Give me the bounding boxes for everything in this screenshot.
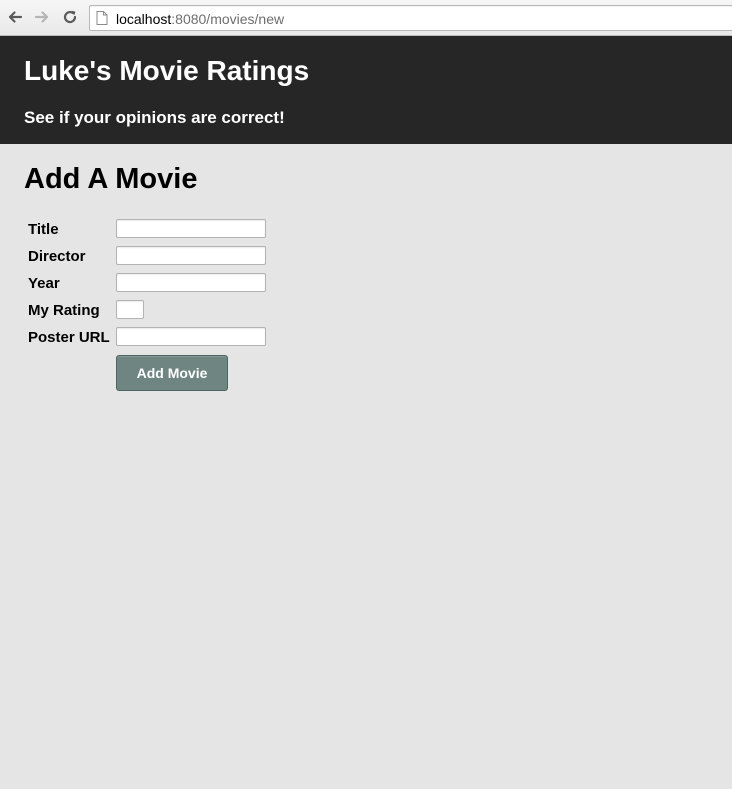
url-path: :8080/movies/new xyxy=(171,11,285,27)
site-subtitle: See if your opinions are correct! xyxy=(24,108,285,127)
page-icon xyxy=(96,11,108,25)
rating-label: My Rating xyxy=(28,302,100,319)
director-label: Director xyxy=(28,248,86,265)
year-input[interactable] xyxy=(116,273,266,292)
reload-icon[interactable] xyxy=(61,8,79,26)
rating-input[interactable] xyxy=(116,300,144,319)
main-content: Add A Movie Title Director Year My Ratin… xyxy=(0,144,732,789)
url-text: localhost:8080/movies/new xyxy=(116,11,284,27)
add-movie-button[interactable]: Add Movie xyxy=(116,355,228,391)
forward-arrow-icon[interactable] xyxy=(33,8,51,26)
browser-toolbar: localhost:8080/movies/new xyxy=(0,0,732,36)
site-header: Luke's Movie Ratings See if your opinion… xyxy=(0,36,732,144)
poster-url-input[interactable] xyxy=(116,327,266,346)
back-arrow-icon[interactable] xyxy=(6,8,24,26)
title-input[interactable] xyxy=(116,219,266,238)
year-label: Year xyxy=(28,275,60,292)
page-title: Add A Movie xyxy=(24,163,198,195)
address-bar[interactable]: localhost:8080/movies/new xyxy=(89,5,732,31)
url-host: localhost xyxy=(116,11,172,27)
poster-url-label: Poster URL xyxy=(28,329,110,346)
site-title: Luke's Movie Ratings xyxy=(24,55,310,86)
title-label: Title xyxy=(28,221,59,238)
director-input[interactable] xyxy=(116,246,266,265)
